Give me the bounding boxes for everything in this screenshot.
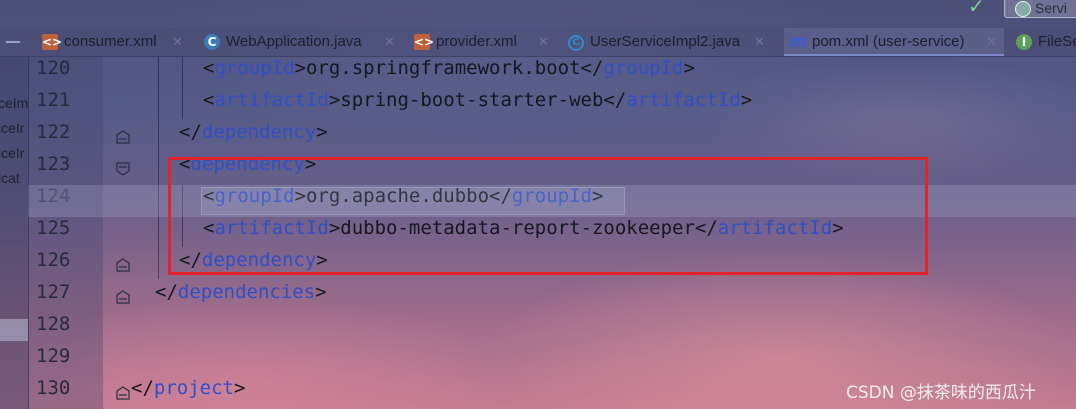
line-number: 126 bbox=[36, 249, 71, 271]
fold-end-icon[interactable] bbox=[116, 130, 130, 144]
tab-label: pom.xml (user-service) bbox=[812, 33, 965, 50]
code-line[interactable]: 121 <artifactId>spring-boot-starter-web<… bbox=[28, 89, 1076, 121]
project-item[interactable]: icat bbox=[0, 170, 20, 186]
tab-label: FileSe bbox=[1038, 33, 1076, 50]
tab-pom-xml[interactable]: m pom.xml (user-service) ✕ bbox=[784, 28, 1004, 56]
tab-provider-xml[interactable]: <> provider.xml ✕ bbox=[414, 28, 554, 56]
tab-userserviceimpl2-java[interactable]: C UserServiceImpl2.java ✕ bbox=[568, 28, 770, 56]
service-icon bbox=[1015, 1, 1031, 17]
xml-value: spring-boot-starter-web bbox=[340, 89, 604, 111]
checkmark-icon[interactable]: ✓ bbox=[968, 0, 990, 18]
fold-end-icon[interactable] bbox=[116, 386, 130, 400]
fold-end-icon[interactable] bbox=[116, 258, 130, 272]
close-icon[interactable]: ✕ bbox=[538, 28, 549, 56]
fold-start-icon[interactable] bbox=[116, 162, 130, 176]
code-text: <groupId>org.springframework.boot</group… bbox=[203, 57, 695, 79]
service-button[interactable]: Servi bbox=[1004, 0, 1076, 18]
line-number: 130 bbox=[36, 377, 71, 399]
xml-tag: artifactId bbox=[626, 89, 741, 111]
xml-file-icon: <> bbox=[42, 34, 63, 50]
tab-label: consumer.xml bbox=[64, 33, 157, 50]
code-text: </dependencies> bbox=[155, 281, 327, 303]
line-number: 127 bbox=[36, 281, 71, 303]
close-icon[interactable]: ✕ bbox=[384, 28, 395, 56]
tab-consumer-xml[interactable]: <> consumer.xml ✕ bbox=[42, 28, 188, 56]
code-text: <artifactId>spring-boot-starter-web</art… bbox=[203, 89, 753, 111]
maven-icon: m bbox=[789, 32, 807, 52]
project-item[interactable]: iceIr bbox=[0, 145, 24, 161]
code-text: </project> bbox=[131, 377, 246, 399]
top-toolbar: ✓ Servi bbox=[0, 0, 1076, 28]
xml-tag: artifactId bbox=[214, 89, 329, 111]
class-icon: C bbox=[568, 35, 584, 51]
xml-tag: dependency bbox=[201, 121, 317, 143]
close-icon[interactable]: ✕ bbox=[986, 28, 997, 56]
highlight-box bbox=[168, 157, 928, 275]
line-number: 124 bbox=[36, 185, 71, 207]
editor-tab-bar: <> consumer.xml ✕ C WebApplication.java … bbox=[0, 28, 1076, 57]
code-text: </dependency> bbox=[179, 121, 328, 143]
xml-value: org.springframework.boot bbox=[305, 57, 581, 79]
line-number: 120 bbox=[36, 57, 71, 79]
minimize-icon[interactable] bbox=[6, 41, 20, 43]
tab-webapplication-java[interactable]: C WebApplication.java ✕ bbox=[204, 28, 400, 56]
project-panel: ceIm iceIr iceIr icat bbox=[0, 57, 29, 409]
code-line[interactable]: 127 </dependencies> bbox=[28, 281, 1076, 313]
close-icon[interactable]: ✕ bbox=[754, 28, 765, 56]
line-number: 125 bbox=[36, 217, 71, 239]
spring-class-icon: C bbox=[204, 34, 220, 50]
tab-filese[interactable]: I FileSe bbox=[1016, 28, 1076, 56]
xml-tag: dependencies bbox=[177, 281, 316, 303]
interface-icon: I bbox=[1016, 34, 1032, 50]
tab-label: provider.xml bbox=[436, 33, 517, 50]
line-number: 123 bbox=[36, 153, 71, 175]
project-item[interactable]: ceIm bbox=[0, 95, 28, 111]
close-icon[interactable]: ✕ bbox=[172, 28, 183, 56]
xml-tag: groupId bbox=[603, 57, 684, 79]
code-line[interactable]: 122 </dependency> bbox=[28, 121, 1076, 153]
service-button-label: Servi bbox=[1035, 0, 1067, 16]
project-item[interactable]: iceIr bbox=[0, 120, 24, 136]
line-number: 128 bbox=[36, 313, 71, 335]
code-line[interactable]: 120 <groupId>org.springframework.boot</g… bbox=[28, 57, 1076, 89]
line-number: 122 bbox=[36, 121, 71, 143]
xml-tag: project bbox=[153, 377, 234, 399]
xml-tag: groupId bbox=[214, 57, 295, 79]
tab-label: UserServiceImpl2.java bbox=[590, 33, 741, 50]
tab-label: WebApplication.java bbox=[226, 33, 362, 50]
project-selection bbox=[0, 319, 28, 341]
code-line[interactable]: 128 bbox=[28, 313, 1076, 345]
xml-file-icon: <> bbox=[414, 34, 435, 50]
line-number: 129 bbox=[36, 345, 71, 367]
watermark: CSDN @抹茶味的西瓜汁 bbox=[846, 383, 1036, 403]
code-line[interactable]: 129 bbox=[28, 345, 1076, 377]
fold-end-icon[interactable] bbox=[116, 290, 130, 304]
line-number: 121 bbox=[36, 89, 71, 111]
